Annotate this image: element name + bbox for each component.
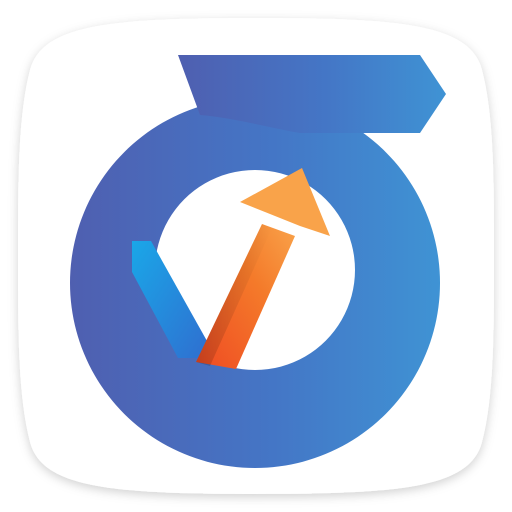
app-icon[interactable] [0, 0, 512, 512]
app-icon-stage [0, 0, 512, 512]
